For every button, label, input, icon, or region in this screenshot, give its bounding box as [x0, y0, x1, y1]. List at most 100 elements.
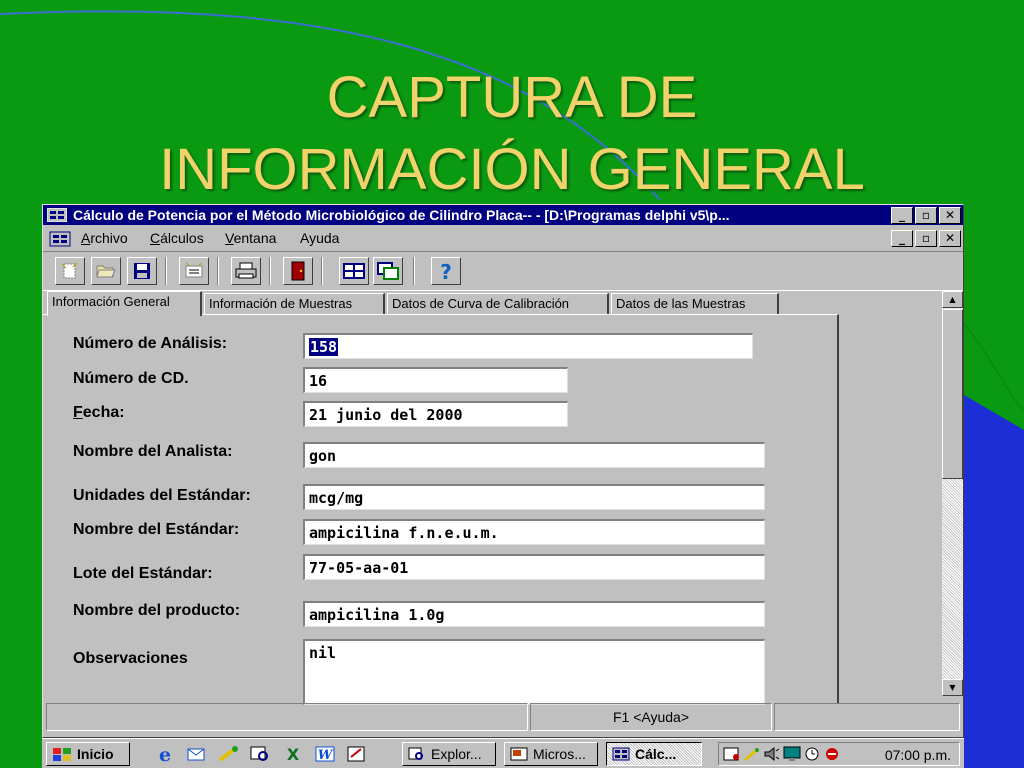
taskbar: Inicio e X W Explor... Micros... Cálc...… [42, 738, 964, 768]
monitor-icon[interactable] [783, 746, 801, 762]
scheduler-icon[interactable] [723, 746, 741, 762]
find-icon[interactable] [250, 744, 272, 764]
toolbar-separator [217, 257, 219, 285]
label-unidades-estandar: Unidades del Estándar: [73, 487, 251, 504]
channels-icon[interactable] [218, 744, 240, 764]
vertical-scrollbar[interactable]: ▲ ▼ [942, 291, 963, 696]
label-lote-estandar: Lote del Estándar: [73, 565, 213, 582]
window-title: Cálculo de Potencia por el Método Microb… [73, 207, 730, 223]
input-nombre-estandar[interactable]: ampicilina f.n.e.u.m. [303, 519, 765, 545]
toolbar-separator [165, 257, 167, 285]
help-button[interactable]: ? [431, 257, 461, 285]
scroll-thumb[interactable] [942, 309, 963, 479]
label-nombre-analista: Nombre del Analista: [73, 443, 233, 460]
printer-icon [235, 262, 257, 279]
toolbar-separator [269, 257, 271, 285]
start-button[interactable]: Inicio [46, 742, 130, 766]
exit-button[interactable] [283, 257, 313, 285]
edit-button[interactable] [179, 257, 209, 285]
grid-view-button[interactable] [339, 257, 369, 285]
close-button[interactable]: ✕ [939, 207, 961, 224]
tab-informacion-general[interactable]: Información General [47, 291, 202, 316]
scroll-down-arrow-icon[interactable]: ▼ [942, 679, 963, 696]
menu-ayuda[interactable]: Ayuda [300, 230, 339, 246]
input-nombre-producto[interactable]: ampicilina 1.0g [303, 601, 765, 627]
edit-record-icon [185, 262, 203, 278]
input-fecha[interactable]: 21 junio del 2000 [303, 401, 568, 427]
print-button[interactable] [231, 257, 261, 285]
label-fecha: Fecha: [73, 404, 125, 421]
label-numero-analisis: Número de Análisis: [73, 335, 228, 352]
new-button[interactable] [55, 257, 85, 285]
label-observaciones: Observaciones [73, 650, 188, 667]
task-microsoft[interactable]: Micros... [504, 742, 598, 766]
toolbar: ? [43, 251, 963, 291]
scroll-up-arrow-icon[interactable]: ▲ [942, 291, 963, 308]
open-folder-icon [96, 265, 116, 278]
tab-strip: Información General Información de Muest… [43, 291, 943, 316]
windows-view-button[interactable] [373, 257, 403, 285]
svg-text:W: W [318, 748, 334, 763]
excel-icon[interactable]: X [282, 744, 304, 764]
app-window: Cálculo de Potencia por el Método Microb… [42, 204, 964, 738]
task-explorer[interactable]: Explor... [402, 742, 496, 766]
internet-explorer-icon[interactable]: e [154, 744, 176, 764]
tab-datos-muestras[interactable]: Datos de las Muestras [611, 293, 779, 315]
toolbar-separator [321, 257, 323, 285]
menu-calculos[interactable]: Cálculos [150, 230, 204, 246]
tab-informacion-muestras[interactable]: Información de Muestras [204, 293, 385, 315]
task-calculo[interactable]: Cálc... [606, 742, 702, 766]
input-numero-analisis[interactable]: 158 [303, 333, 753, 359]
network-icon[interactable] [743, 746, 761, 762]
windows-flag-icon [53, 748, 71, 761]
calculo-app-icon [612, 747, 630, 761]
input-numero-cd[interactable]: 16 [303, 367, 568, 393]
menu-ventana[interactable]: Ventana [225, 230, 276, 246]
table-icon [343, 263, 365, 279]
restore-button[interactable]: ▫ [915, 207, 937, 224]
powerpoint-icon [510, 747, 528, 761]
svg-text:e: e [159, 744, 171, 764]
open-button[interactable] [91, 257, 121, 285]
exit-door-icon [291, 261, 305, 281]
input-lote-estandar[interactable]: 77-05-aa-01 [303, 554, 765, 580]
menubar: Archivo Cálculos Ventana Ayuda _ ▫ ✕ [43, 227, 963, 251]
child-restore-button[interactable]: ▫ [915, 230, 937, 247]
child-close-button[interactable]: ✕ [939, 230, 961, 247]
label-numero-cd: Número de CD. [73, 370, 189, 387]
input-unidades-estandar[interactable]: mcg/mg [303, 484, 765, 510]
slide-title: CAPTURA DE INFORMACIÓN GENERAL [0, 62, 1024, 206]
status-cell-message [46, 703, 528, 731]
svg-text:X: X [287, 745, 300, 764]
slide-title-line1: CAPTURA DE [326, 65, 698, 130]
system-tray: 07:00 p.m. [718, 742, 960, 766]
new-file-icon [61, 262, 78, 279]
status-cell-help: F1 <Ayuda> [530, 703, 772, 731]
document-icon[interactable] [49, 231, 71, 247]
office-shortcut-icon[interactable] [346, 744, 368, 764]
window-titlebar[interactable]: Cálculo de Potencia por el Método Microb… [43, 205, 963, 225]
antivirus-icon[interactable] [823, 746, 841, 762]
tab-panel-informacion-general: Número de Análisis: 158 Número de CD. 16… [43, 314, 839, 705]
question-mark-icon: ? [440, 260, 452, 282]
clock-settings-icon[interactable] [803, 746, 821, 762]
word-icon[interactable]: W [314, 744, 336, 764]
taskbar-clock[interactable]: 07:00 p.m. [885, 745, 951, 765]
textarea-observaciones[interactable]: nil [303, 639, 765, 705]
slide-title-line2: INFORMACIÓN GENERAL [159, 137, 865, 202]
outlook-express-icon[interactable] [186, 744, 208, 764]
child-minimize-button[interactable]: _ [891, 230, 913, 247]
menu-archivo[interactable]: Archivo [81, 230, 128, 246]
label-nombre-producto: Nombre del producto: [73, 602, 241, 619]
toolbar-separator [413, 257, 415, 285]
cascade-windows-icon [377, 262, 399, 280]
input-nombre-analista[interactable]: gon [303, 442, 765, 468]
app-icon[interactable] [47, 208, 67, 222]
explorer-icon [408, 747, 423, 760]
tab-datos-curva-calibracion[interactable]: Datos de Curva de Calibración [387, 293, 609, 315]
save-button[interactable] [127, 257, 157, 285]
volume-icon[interactable] [763, 746, 781, 762]
svg-text:?: ? [440, 260, 452, 282]
label-nombre-estandar: Nombre del Estándar: [73, 521, 240, 538]
minimize-button[interactable]: _ [891, 207, 913, 224]
